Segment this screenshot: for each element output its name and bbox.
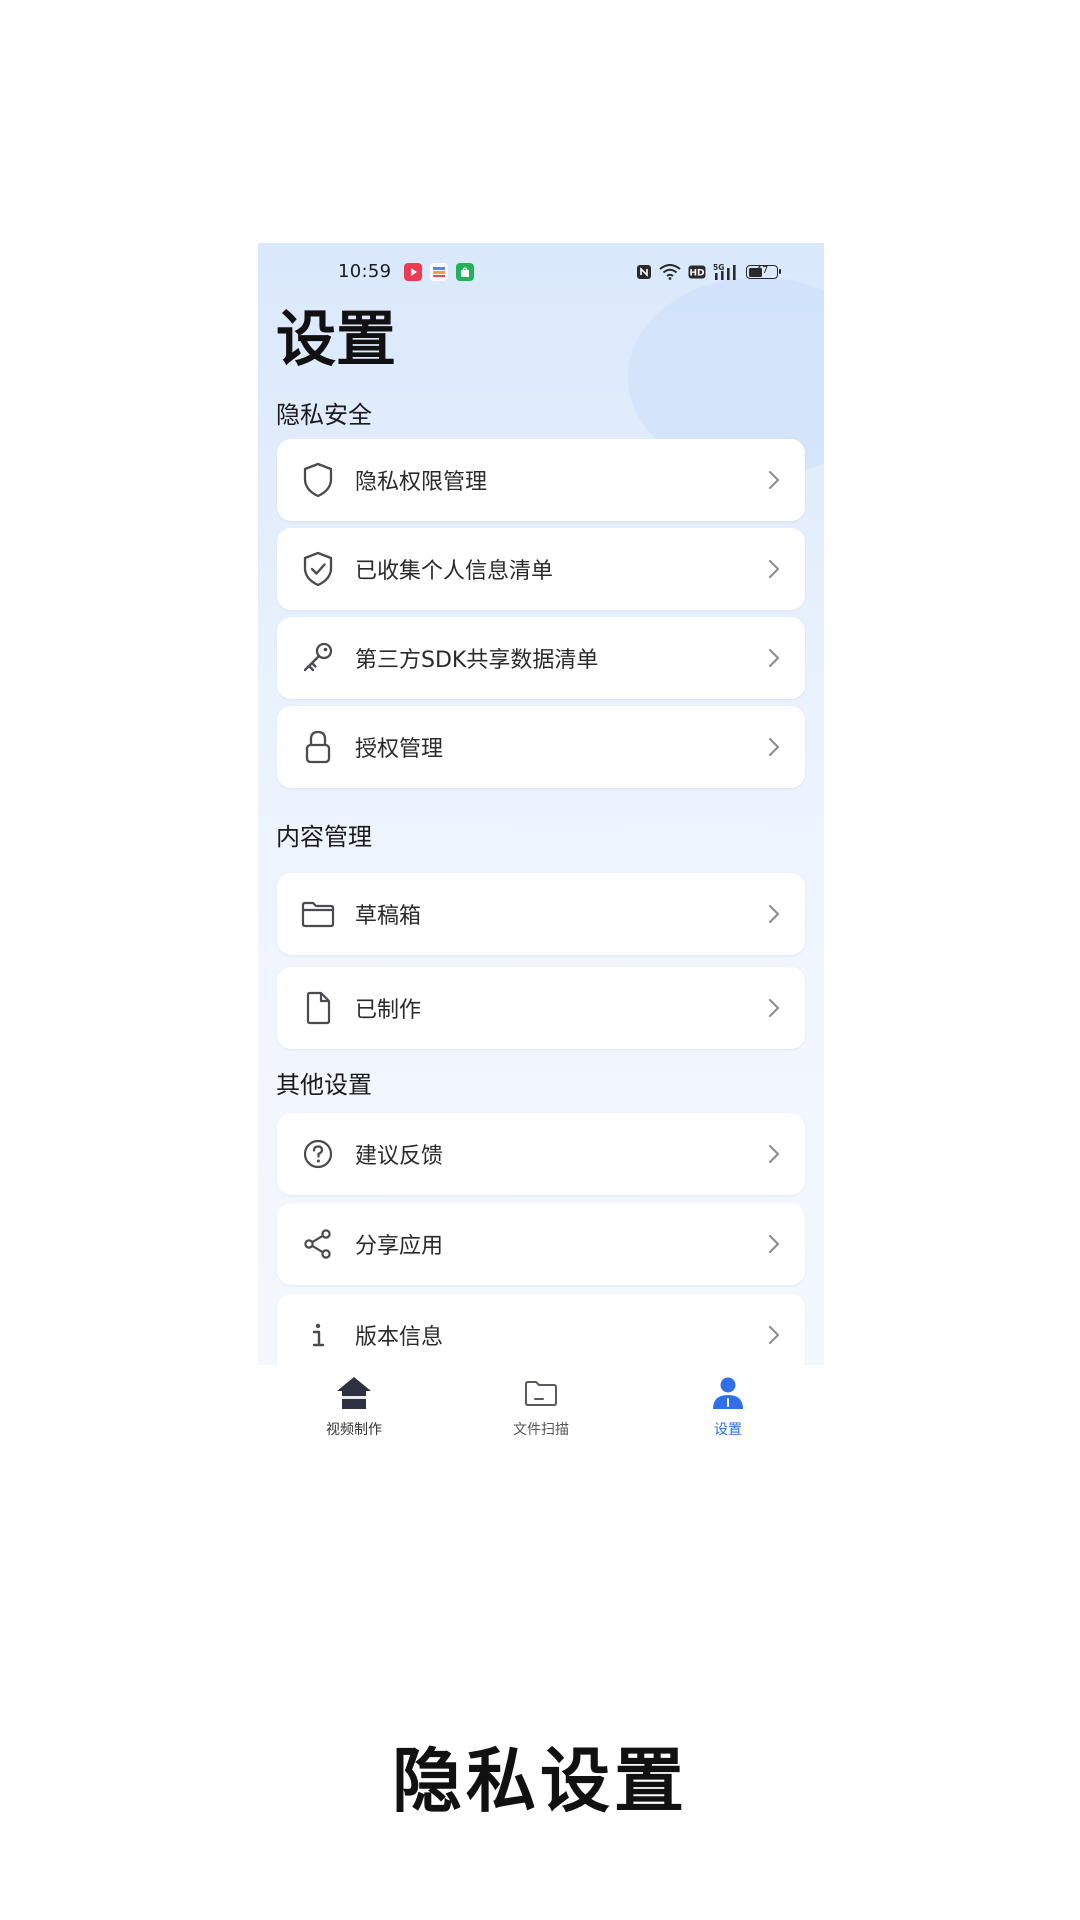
chevron-right-icon <box>768 998 780 1018</box>
status-time: 10:59 <box>338 261 392 282</box>
third-party-sdk-list-label: 第三方SDK共享数据清单 <box>355 648 599 673</box>
svg-text:HD: HD <box>689 269 704 279</box>
store-app-notification-icon <box>456 263 474 281</box>
share-icon <box>299 1223 337 1265</box>
version-info-label: 版本信息 <box>355 1325 444 1350</box>
chevron-right-icon <box>768 559 780 579</box>
bottom-tab-bar: 视频制作 文件扫描 设置 <box>258 1365 824 1488</box>
phone-screen: 10:59 HD 5G 47 设置 隐私安全 隐私权限管理 已收集个人信息清单 … <box>258 243 824 1488</box>
shield-check-icon <box>299 548 337 590</box>
shield-icon <box>299 459 337 501</box>
produced-item[interactable]: 已制作 <box>277 967 805 1049</box>
promo-caption: 隐私设置 <box>392 1740 688 1822</box>
question-icon <box>299 1133 337 1175</box>
section-title-content: 内容管理 <box>276 823 372 851</box>
home-icon <box>284 1371 424 1415</box>
privacy-permission-label: 隐私权限管理 <box>355 470 488 495</box>
file-icon <box>299 987 337 1029</box>
battery-level: 47 <box>755 265 769 276</box>
tab-video-production-label: 视频制作 <box>326 1422 382 1438</box>
chevron-right-icon <box>768 737 780 757</box>
share-app-label: 分享应用 <box>355 1234 444 1259</box>
stack-app-notification-icon <box>430 263 448 281</box>
tab-file-scan-label: 文件扫描 <box>513 1422 569 1438</box>
chevron-right-icon <box>768 648 780 668</box>
tab-video-production[interactable]: 视频制作 <box>284 1371 424 1451</box>
status-bar: 10:59 HD 5G 47 <box>258 257 824 285</box>
wifi-icon <box>659 264 681 280</box>
cellular-signal-icon: 5G <box>713 263 736 280</box>
chevron-right-icon <box>768 1144 780 1164</box>
drafts-item[interactable]: 草稿箱 <box>277 873 805 955</box>
feedback-item[interactable]: 建议反馈 <box>277 1113 805 1195</box>
hd-icon: HD <box>688 265 706 279</box>
chevron-right-icon <box>768 904 780 924</box>
third-party-sdk-list-item[interactable]: 第三方SDK共享数据清单 <box>277 617 805 699</box>
folder-icon <box>299 893 337 935</box>
info-icon <box>299 1314 337 1356</box>
lock-icon <box>299 726 337 768</box>
video-app-notification-icon <box>404 263 422 281</box>
tab-file-scan[interactable]: 文件扫描 <box>471 1371 611 1451</box>
authorization-management-item[interactable]: 授权管理 <box>277 706 805 788</box>
section-title-privacy: 隐私安全 <box>276 401 372 429</box>
key-icon <box>299 637 337 679</box>
tab-settings-label: 设置 <box>714 1422 742 1438</box>
chevron-right-icon <box>768 470 780 490</box>
nfc-icon <box>637 265 651 279</box>
chevron-right-icon <box>768 1234 780 1254</box>
privacy-permission-item[interactable]: 隐私权限管理 <box>277 439 805 521</box>
collected-info-list-item[interactable]: 已收集个人信息清单 <box>277 528 805 610</box>
version-info-item[interactable]: 版本信息 <box>277 1294 805 1376</box>
user-icon <box>658 1371 798 1415</box>
section-title-other: 其他设置 <box>276 1071 372 1099</box>
page-title: 设置 <box>276 305 396 375</box>
folder-icon <box>471 1371 611 1415</box>
feedback-label: 建议反馈 <box>355 1144 444 1169</box>
battery-icon: 47 <box>746 265 781 279</box>
produced-label: 已制作 <box>355 998 422 1023</box>
chevron-right-icon <box>768 1325 780 1345</box>
authorization-management-label: 授权管理 <box>355 737 444 762</box>
svg-text:5G: 5G <box>713 263 724 272</box>
tab-settings[interactable]: 设置 <box>658 1371 798 1451</box>
share-app-item[interactable]: 分享应用 <box>277 1203 805 1285</box>
collected-info-list-label: 已收集个人信息清单 <box>355 559 554 584</box>
drafts-label: 草稿箱 <box>355 904 422 929</box>
